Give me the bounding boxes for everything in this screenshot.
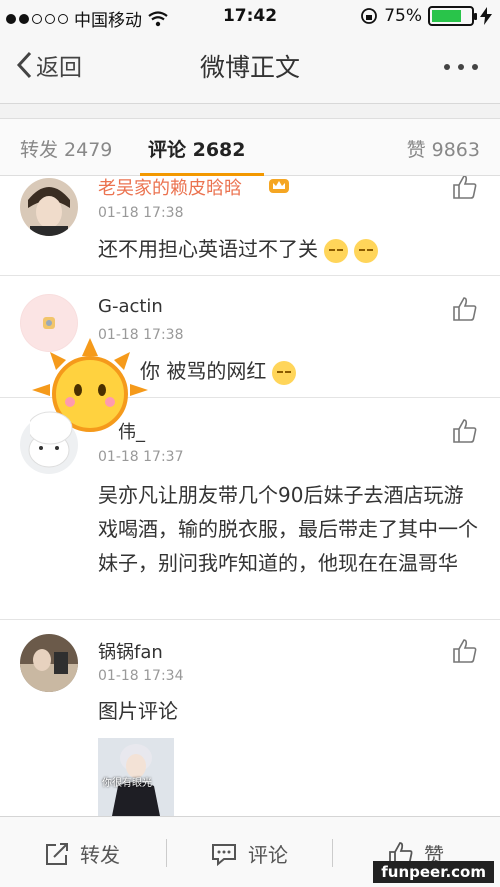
tab-likes[interactable]: 赞 9863 — [407, 135, 480, 162]
avatar[interactable] — [20, 178, 78, 236]
nav-bar: 返回 微博正文 — [0, 34, 500, 104]
comment-username[interactable]: G-actin — [98, 296, 163, 317]
comment-time: 01-18 17:38 — [98, 327, 184, 343]
comment-item[interactable]: 锅锅fan 01-18 17:34 图片评论 你很有眼光 — [0, 620, 500, 816]
comment-text: 吴亦凡让朋友带几个90后妹子去酒店玩游戏喝酒，输的脱衣服，最后带走了其中一个妹子… — [98, 483, 478, 575]
avatar[interactable] — [20, 634, 78, 692]
battery-percent: 75% — [384, 6, 422, 26]
comment-username[interactable]: 老吴家的赖皮晗晗 — [98, 176, 242, 200]
charging-bolt-icon — [480, 7, 492, 25]
tab-bar: 转发 2479 评论 2682 赞 9863 — [0, 118, 500, 176]
divider — [166, 839, 167, 867]
battery-icon — [428, 6, 477, 26]
comment-time: 01-18 17:34 — [98, 668, 184, 684]
repost-label: 转发 — [80, 843, 120, 867]
more-dot-icon — [458, 64, 464, 70]
comment-time: 01-18 17:38 — [98, 205, 184, 221]
page-title: 微博正文 — [199, 53, 300, 82]
comment-item[interactable]: 伟_ 01-18 17:37 吴亦凡让朋友带几个90后妹子去酒店玩游戏喝酒，输的… — [0, 398, 500, 620]
comment-image-caption: 你很有眼光 — [102, 778, 152, 789]
bottom-action-bar: 转发 评论 赞 funpeer.com — [0, 816, 500, 887]
comment-text: 图片评论 — [98, 699, 178, 723]
avatar[interactable] — [20, 416, 78, 474]
share-icon — [46, 842, 68, 865]
comment-button[interactable]: 评论 — [210, 839, 288, 868]
divider — [332, 839, 333, 867]
like-thumb-icon[interactable] — [452, 418, 478, 444]
avatar[interactable] — [20, 294, 78, 352]
crown-badge-icon — [269, 179, 289, 193]
thinking-emoji-icon — [272, 360, 297, 385]
repost-button[interactable]: 转发 — [44, 839, 120, 868]
like-thumb-icon[interactable] — [452, 176, 478, 200]
more-options-button[interactable] — [444, 64, 478, 70]
comment-item[interactable]: G-actin 01-18 17:38 你 被骂的网红 — [0, 276, 500, 398]
tab-comments[interactable]: 评论 2682 — [148, 135, 246, 162]
comment-list[interactable]: 老吴家的赖皮晗晗 01-18 17:38 还不用担心英语过不了关 G-actin… — [0, 176, 500, 816]
status-bar: 中国移动 17:42 75% — [0, 0, 500, 34]
comment-label: 评论 — [248, 843, 288, 867]
comment-time: 01-18 17:37 — [98, 449, 184, 465]
relieved-emoji-icon — [354, 238, 378, 263]
more-dot-icon — [472, 64, 478, 70]
like-thumb-icon[interactable] — [452, 296, 478, 322]
comment-text: 还不用担心英语过不了关 — [98, 237, 318, 261]
comment-image[interactable]: 你很有眼光 — [98, 738, 174, 816]
comment-item[interactable]: 老吴家的赖皮晗晗 01-18 17:38 还不用担心英语过不了关 — [0, 176, 500, 276]
comment-bubble-icon — [212, 843, 236, 866]
comment-username[interactable]: 锅锅fan — [98, 638, 163, 664]
tab-reposts[interactable]: 转发 2479 — [20, 135, 112, 162]
rotation-lock-icon — [361, 8, 378, 24]
more-dot-icon — [444, 64, 450, 70]
relieved-emoji-icon — [324, 238, 348, 263]
watermark: funpeer.com — [373, 861, 494, 883]
comment-text: 你 被骂的网红 — [140, 359, 267, 383]
like-thumb-icon[interactable] — [452, 638, 478, 664]
comment-username[interactable]: 伟_ — [118, 418, 145, 444]
